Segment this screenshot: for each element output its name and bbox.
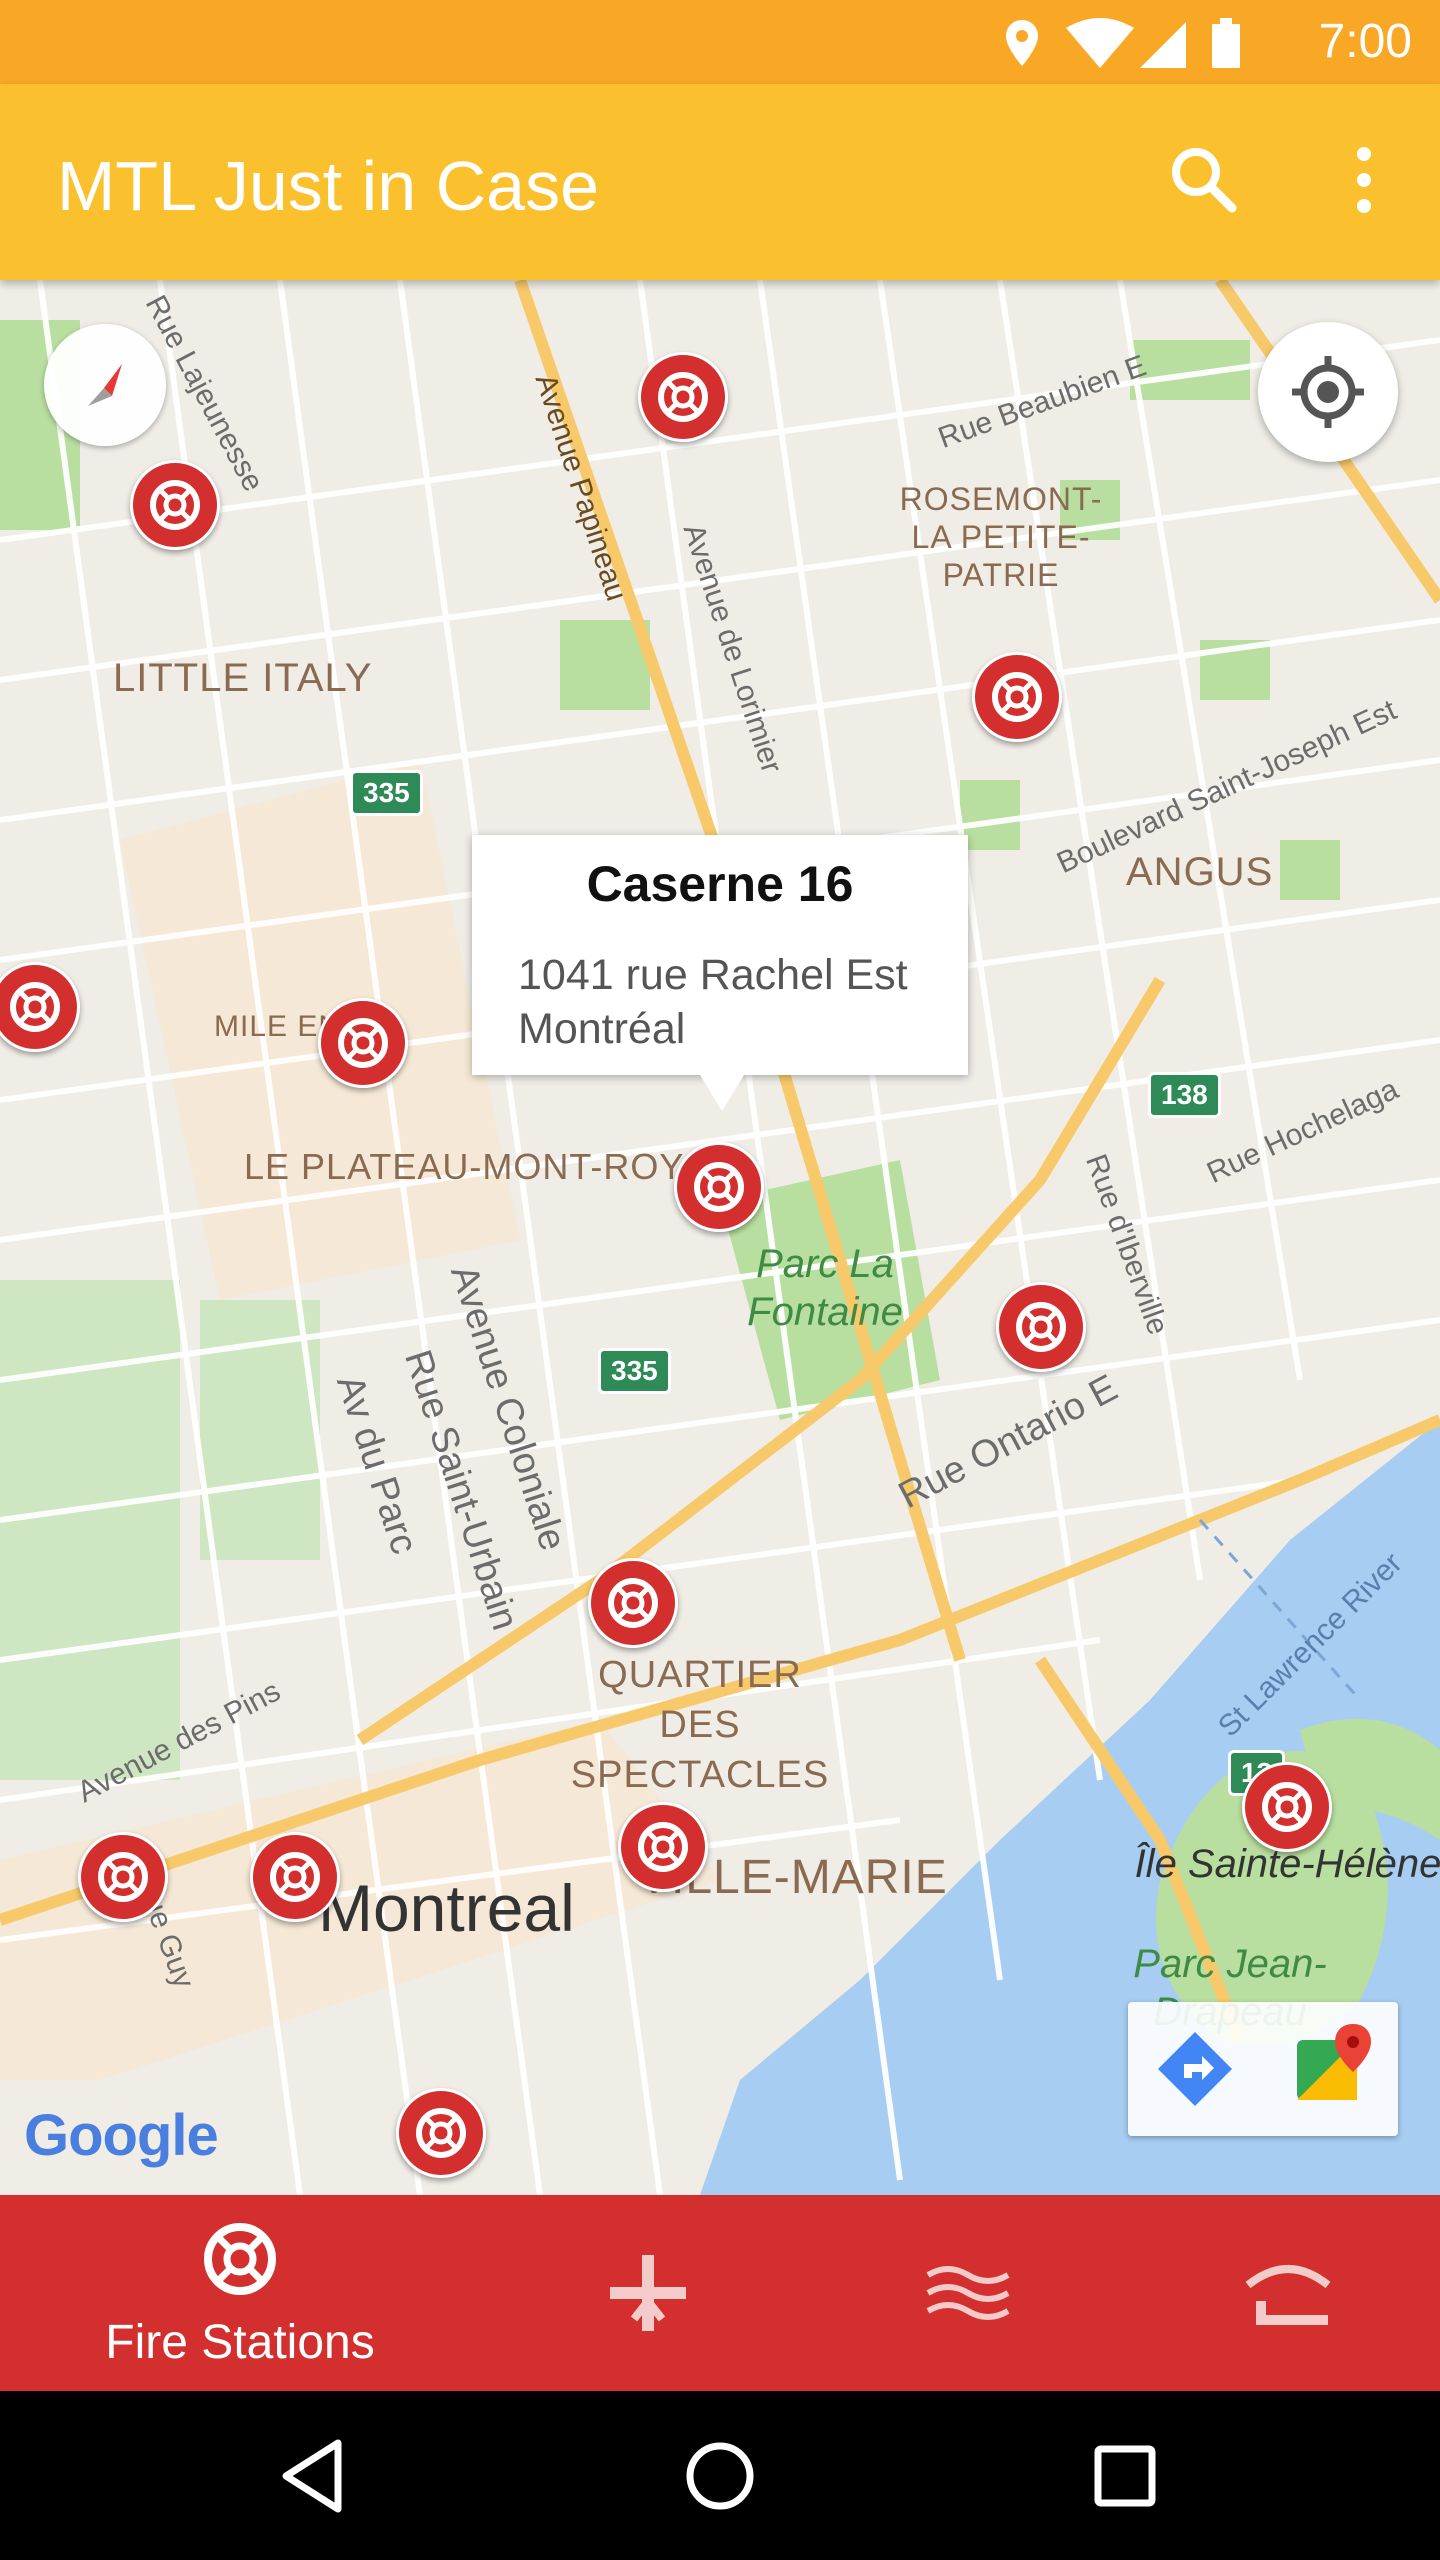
fire-station-icon [270, 1852, 320, 1902]
more-vert-icon [1357, 147, 1371, 213]
highway-shield: 335 [598, 1348, 671, 1394]
fire-station-icon [1262, 1782, 1312, 1832]
fire-station-icon [338, 1018, 388, 1068]
google-maps-icon [1297, 2024, 1371, 2100]
my-location-icon [1292, 356, 1364, 428]
bottom-navigation: Fire Stations [0, 2195, 1440, 2391]
fire-station-icon [204, 2223, 276, 2295]
directions-icon [1158, 2032, 1232, 2106]
battery-icon [1212, 18, 1240, 68]
highway-shield: 138 [1148, 1072, 1221, 1118]
status-icons [1006, 18, 1240, 68]
fire-station-marker[interactable] [588, 1558, 678, 1648]
fire-station-marker[interactable] [972, 652, 1062, 742]
fire-station-icon [608, 1578, 658, 1628]
google-logo: Google [24, 2102, 219, 2169]
marker-info-window[interactable]: Caserne 16 1041 rue Rachel Est Montréal [472, 835, 968, 1111]
fire-station-icon [694, 1162, 744, 1212]
info-window-address-line2: Montréal [518, 1005, 686, 1053]
system-navigation-bar [0, 2391, 1440, 2560]
open-in-maps-button[interactable] [1263, 2002, 1398, 2136]
fire-station-icon [98, 1852, 148, 1902]
nav-label: Fire Stations [105, 2316, 375, 2369]
wifi-icon [1066, 18, 1134, 68]
fire-station-marker[interactable] [250, 1832, 340, 1922]
fire-station-marker[interactable] [396, 2088, 486, 2178]
my-location-button[interactable] [1258, 322, 1398, 462]
compass-button[interactable] [44, 324, 166, 446]
neighbourhood-label: ANGUS [1126, 850, 1274, 894]
city-label: Montreal [318, 1871, 575, 1945]
water-icon [926, 2266, 1010, 2320]
location-icon [1006, 20, 1038, 66]
fire-station-marker[interactable] [318, 998, 408, 1088]
home-button[interactable] [665, 2421, 775, 2531]
fire-station-marker[interactable] [78, 1832, 168, 1922]
signal-icon [1140, 22, 1186, 68]
info-window-address-line1: 1041 rue Rachel Est [518, 951, 908, 999]
fire-station-marker-selected[interactable] [674, 1142, 764, 1232]
search-button[interactable] [1160, 136, 1248, 224]
nav-item-fire-stations[interactable]: Fire Stations [60, 2195, 420, 2391]
map-toolbar [1128, 2002, 1398, 2136]
map-view[interactable]: LITTLE ITALY ROSEMONT-LA PETITE-PATRIE A… [0, 280, 1440, 2195]
search-icon [1172, 148, 1237, 213]
fire-station-icon [658, 372, 708, 422]
fire-station-icon [638, 1822, 688, 1872]
fire-station-icon [10, 982, 60, 1032]
home-icon [686, 2442, 754, 2510]
fire-station-marker[interactable] [996, 1282, 1086, 1372]
directions-button[interactable] [1128, 2002, 1263, 2136]
more-options-button[interactable] [1320, 136, 1408, 224]
hospital-icon [610, 2255, 686, 2331]
fire-station-icon [992, 672, 1042, 722]
status-time: 7:00 [1318, 15, 1412, 68]
fire-station-marker[interactable] [130, 460, 220, 550]
park-label: Parc La Fontaine [747, 1242, 903, 1334]
fire-station-marker[interactable] [618, 1802, 708, 1892]
app-bar: MTL Just in Case [0, 84, 1440, 280]
highway-shield: 335 [350, 770, 423, 816]
neighbourhood-label: LE PLATEAU-MONT-ROYAL [244, 1146, 728, 1187]
fire-station-icon [1016, 1302, 1066, 1352]
neighbourhood-label: LITTLE ITALY [113, 656, 373, 700]
back-icon [282, 2439, 342, 2513]
status-bar: 7:00 [0, 0, 1440, 84]
nav-item-water[interactable] [788, 2195, 1148, 2391]
app-title: MTL Just in Case [57, 147, 600, 225]
back-button[interactable] [260, 2421, 370, 2531]
fire-station-icon [150, 480, 200, 530]
google-attribution: Google [24, 2103, 219, 2168]
neighbourhood-label: ROSEMONT-LA PETITE-PATRIE [899, 481, 1103, 593]
nav-item-shelters[interactable] [1108, 2195, 1440, 2391]
compass-icon [88, 364, 122, 406]
info-window-address: 1041 rue Rachel Est Montréal [518, 948, 908, 1056]
nav-item-hospitals[interactable] [468, 2195, 828, 2391]
recents-button[interactable] [1070, 2421, 1180, 2531]
recents-icon [1094, 2445, 1156, 2507]
shelter-icon [1245, 2265, 1331, 2325]
neighbourhood-label: QUARTIER DES SPECTACLES [570, 1654, 830, 1796]
fire-station-marker[interactable] [638, 352, 728, 442]
fire-station-icon [416, 2108, 466, 2158]
info-window-title: Caserne 16 [586, 856, 854, 912]
fire-station-marker[interactable] [1242, 1762, 1332, 1852]
